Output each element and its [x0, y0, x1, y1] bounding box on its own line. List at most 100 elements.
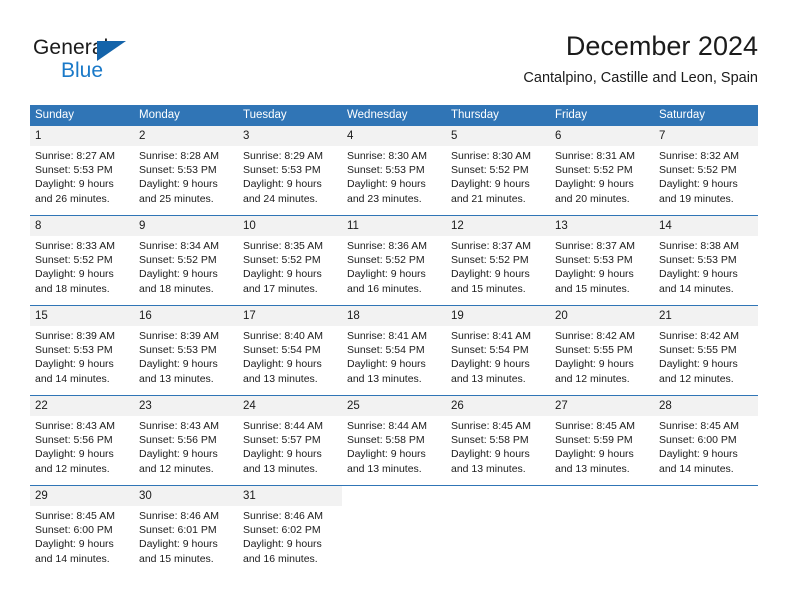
day-details: Sunrise: 8:31 AM Sunset: 5:52 PM Daylight:…	[550, 146, 654, 206]
sunset-text: Sunset: 5:59 PM	[555, 434, 633, 447]
day-cell[interactable]: 19 Sunrise: 8:41 AM Sunset: 5:54 PM Dayligh…	[446, 306, 550, 395]
day-cell[interactable]: 4 Sunrise: 8:30 AM Sunset: 5:53 PM Daylight…	[342, 126, 446, 215]
daylight-text-line1: Daylight: 9 hours	[659, 178, 738, 191]
daylight-text-line2: and 20 minutes.	[555, 192, 630, 205]
daylight-text-line1: Daylight: 9 hours	[347, 268, 426, 281]
calendar-cell: 8 Sunrise: 8:33 AM Sunset: 5:52 PM Daylight…	[30, 215, 134, 306]
calendar-cell: 3 Sunrise: 8:29 AM Sunset: 5:53 PM Daylight…	[238, 126, 342, 216]
day-cell[interactable]: 28 Sunrise: 8:45 AM Sunset: 6:00 PM Dayligh…	[654, 396, 758, 485]
daylight-text-line2: and 12 minutes.	[555, 372, 630, 385]
sunset-text: Sunset: 5:52 PM	[555, 164, 633, 177]
calendar-cell: 15 Sunrise: 8:39 AM Sunset: 5:53 PM Dayligh…	[30, 305, 134, 396]
logo-triangle-icon	[97, 41, 126, 61]
sunrise-text: Sunrise: 8:45 AM	[35, 510, 115, 522]
day-cell[interactable]: 2 Sunrise: 8:28 AM Sunset: 5:53 PM Daylight…	[134, 126, 238, 215]
calendar-cell: 20 Sunrise: 8:42 AM Sunset: 5:55 PM Dayligh…	[550, 305, 654, 396]
calendar-cell: 7 Sunrise: 8:32 AM Sunset: 5:52 PM Daylight…	[654, 126, 758, 216]
sunrise-text: Sunrise: 8:38 AM	[659, 240, 739, 252]
day-cell-empty	[446, 486, 550, 575]
sunrise-text: Sunrise: 8:41 AM	[451, 330, 531, 342]
day-details: Sunrise: 8:37 AM Sunset: 5:53 PM Daylight:…	[550, 236, 654, 296]
daylight-text-line2: and 17 minutes.	[243, 282, 318, 295]
sunset-text: Sunset: 5:57 PM	[243, 434, 321, 447]
day-cell[interactable]: 13 Sunrise: 8:37 AM Sunset: 5:53 PM Dayligh…	[550, 216, 654, 305]
daylight-text-line1: Daylight: 9 hours	[555, 268, 634, 281]
day-number: 12	[446, 216, 550, 236]
calendar-cell: 30 Sunrise: 8:46 AM Sunset: 6:01 PM Dayligh…	[134, 485, 238, 575]
daylight-text-line2: and 15 minutes.	[451, 282, 526, 295]
day-cell[interactable]: 8 Sunrise: 8:33 AM Sunset: 5:52 PM Daylight…	[30, 216, 134, 305]
calendar-cell: 24 Sunrise: 8:44 AM Sunset: 5:57 PM Dayligh…	[238, 395, 342, 486]
day-details: Sunrise: 8:45 AM Sunset: 5:59 PM Daylight:…	[550, 416, 654, 476]
day-cell[interactable]: 14 Sunrise: 8:38 AM Sunset: 5:53 PM Dayligh…	[654, 216, 758, 305]
daylight-text-line2: and 16 minutes.	[347, 282, 422, 295]
day-cell[interactable]: 17 Sunrise: 8:40 AM Sunset: 5:54 PM Dayligh…	[238, 306, 342, 395]
day-cell[interactable]: 21 Sunrise: 8:42 AM Sunset: 5:55 PM Dayligh…	[654, 306, 758, 395]
daylight-text-line1: Daylight: 9 hours	[35, 178, 114, 191]
day-cell[interactable]: 24 Sunrise: 8:44 AM Sunset: 5:57 PM Dayligh…	[238, 396, 342, 485]
sunrise-text: Sunrise: 8:35 AM	[243, 240, 323, 252]
day-cell[interactable]: 15 Sunrise: 8:39 AM Sunset: 5:53 PM Dayligh…	[30, 306, 134, 395]
day-cell[interactable]: 3 Sunrise: 8:29 AM Sunset: 5:53 PM Daylight…	[238, 126, 342, 215]
daylight-text-line1: Daylight: 9 hours	[555, 448, 634, 461]
calendar-cell: 1 Sunrise: 8:27 AM Sunset: 5:53 PM Daylight…	[30, 126, 134, 216]
day-cell[interactable]: 6 Sunrise: 8:31 AM Sunset: 5:52 PM Daylight…	[550, 126, 654, 215]
day-cell[interactable]: 25 Sunrise: 8:44 AM Sunset: 5:58 PM Dayligh…	[342, 396, 446, 485]
sunrise-text: Sunrise: 8:32 AM	[659, 150, 739, 162]
day-cell-empty	[654, 486, 758, 575]
day-cell[interactable]: 31 Sunrise: 8:46 AM Sunset: 6:02 PM Dayligh…	[238, 486, 342, 575]
sunrise-text: Sunrise: 8:29 AM	[243, 150, 323, 162]
day-cell[interactable]: 23 Sunrise: 8:43 AM Sunset: 5:56 PM Dayligh…	[134, 396, 238, 485]
daylight-text-line1: Daylight: 9 hours	[139, 178, 218, 191]
calendar-cell: 26 Sunrise: 8:45 AM Sunset: 5:58 PM Dayligh…	[446, 395, 550, 486]
daylight-text-line2: and 14 minutes.	[35, 552, 110, 565]
day-cell[interactable]: 1 Sunrise: 8:27 AM Sunset: 5:53 PM Daylight…	[30, 126, 134, 215]
daylight-text-line2: and 13 minutes.	[347, 372, 422, 385]
day-cell[interactable]: 30 Sunrise: 8:46 AM Sunset: 6:01 PM Dayligh…	[134, 486, 238, 575]
day-cell[interactable]: 29 Sunrise: 8:45 AM Sunset: 6:00 PM Dayligh…	[30, 486, 134, 575]
daylight-text-line1: Daylight: 9 hours	[139, 448, 218, 461]
day-cell[interactable]: 26 Sunrise: 8:45 AM Sunset: 5:58 PM Dayligh…	[446, 396, 550, 485]
daylight-text-line2: and 18 minutes.	[35, 282, 110, 295]
day-details: Sunrise: 8:37 AM Sunset: 5:52 PM Daylight:…	[446, 236, 550, 296]
day-cell[interactable]: 20 Sunrise: 8:42 AM Sunset: 5:55 PM Dayligh…	[550, 306, 654, 395]
day-number: 26	[446, 396, 550, 416]
calendar-week-row: 29 Sunrise: 8:45 AM Sunset: 6:00 PM Dayligh…	[30, 485, 758, 575]
day-details: Sunrise: 8:39 AM Sunset: 5:53 PM Daylight:…	[30, 326, 134, 386]
day-cell[interactable]: 9 Sunrise: 8:34 AM Sunset: 5:52 PM Daylight…	[134, 216, 238, 305]
sunrise-text: Sunrise: 8:28 AM	[139, 150, 219, 162]
sunset-text: Sunset: 5:52 PM	[659, 164, 737, 177]
daylight-text-line1: Daylight: 9 hours	[35, 448, 114, 461]
sunset-text: Sunset: 5:56 PM	[35, 434, 113, 447]
calendar-cell: 12 Sunrise: 8:37 AM Sunset: 5:52 PM Dayligh…	[446, 215, 550, 306]
day-cell[interactable]: 7 Sunrise: 8:32 AM Sunset: 5:52 PM Daylight…	[654, 126, 758, 215]
day-number: 2	[134, 126, 238, 146]
sunrise-text: Sunrise: 8:37 AM	[451, 240, 531, 252]
page-header: General Blue December 2024 Cantalpino, C…	[0, 0, 792, 100]
day-number: 8	[30, 216, 134, 236]
day-cell[interactable]: 5 Sunrise: 8:30 AM Sunset: 5:52 PM Daylight…	[446, 126, 550, 215]
sunset-text: Sunset: 5:53 PM	[347, 164, 425, 177]
general-blue-logo[interactable]: General Blue	[33, 36, 153, 86]
weekday-header-monday: Monday	[134, 105, 238, 126]
calendar-cell	[654, 485, 758, 575]
day-cell[interactable]: 27 Sunrise: 8:45 AM Sunset: 5:59 PM Dayligh…	[550, 396, 654, 485]
sunrise-text: Sunrise: 8:34 AM	[139, 240, 219, 252]
sunrise-text: Sunrise: 8:45 AM	[555, 420, 635, 432]
sunrise-text: Sunrise: 8:33 AM	[35, 240, 115, 252]
sunset-text: Sunset: 5:54 PM	[243, 344, 321, 357]
sunrise-text: Sunrise: 8:42 AM	[659, 330, 739, 342]
daylight-text-line1: Daylight: 9 hours	[139, 268, 218, 281]
day-number: 5	[446, 126, 550, 146]
sunrise-text: Sunrise: 8:39 AM	[35, 330, 115, 342]
calendar-cell	[550, 485, 654, 575]
logo-text-blue: Blue	[61, 59, 104, 82]
day-cell[interactable]: 16 Sunrise: 8:39 AM Sunset: 5:53 PM Dayligh…	[134, 306, 238, 395]
day-cell[interactable]: 18 Sunrise: 8:41 AM Sunset: 5:54 PM Dayligh…	[342, 306, 446, 395]
daylight-text-line1: Daylight: 9 hours	[451, 448, 530, 461]
day-cell[interactable]: 10 Sunrise: 8:35 AM Sunset: 5:52 PM Dayligh…	[238, 216, 342, 305]
day-cell[interactable]: 12 Sunrise: 8:37 AM Sunset: 5:52 PM Dayligh…	[446, 216, 550, 305]
day-cell[interactable]: 22 Sunrise: 8:43 AM Sunset: 5:56 PM Dayligh…	[30, 396, 134, 485]
day-cell[interactable]: 11 Sunrise: 8:36 AM Sunset: 5:52 PM Dayligh…	[342, 216, 446, 305]
sunset-text: Sunset: 6:00 PM	[659, 434, 737, 447]
